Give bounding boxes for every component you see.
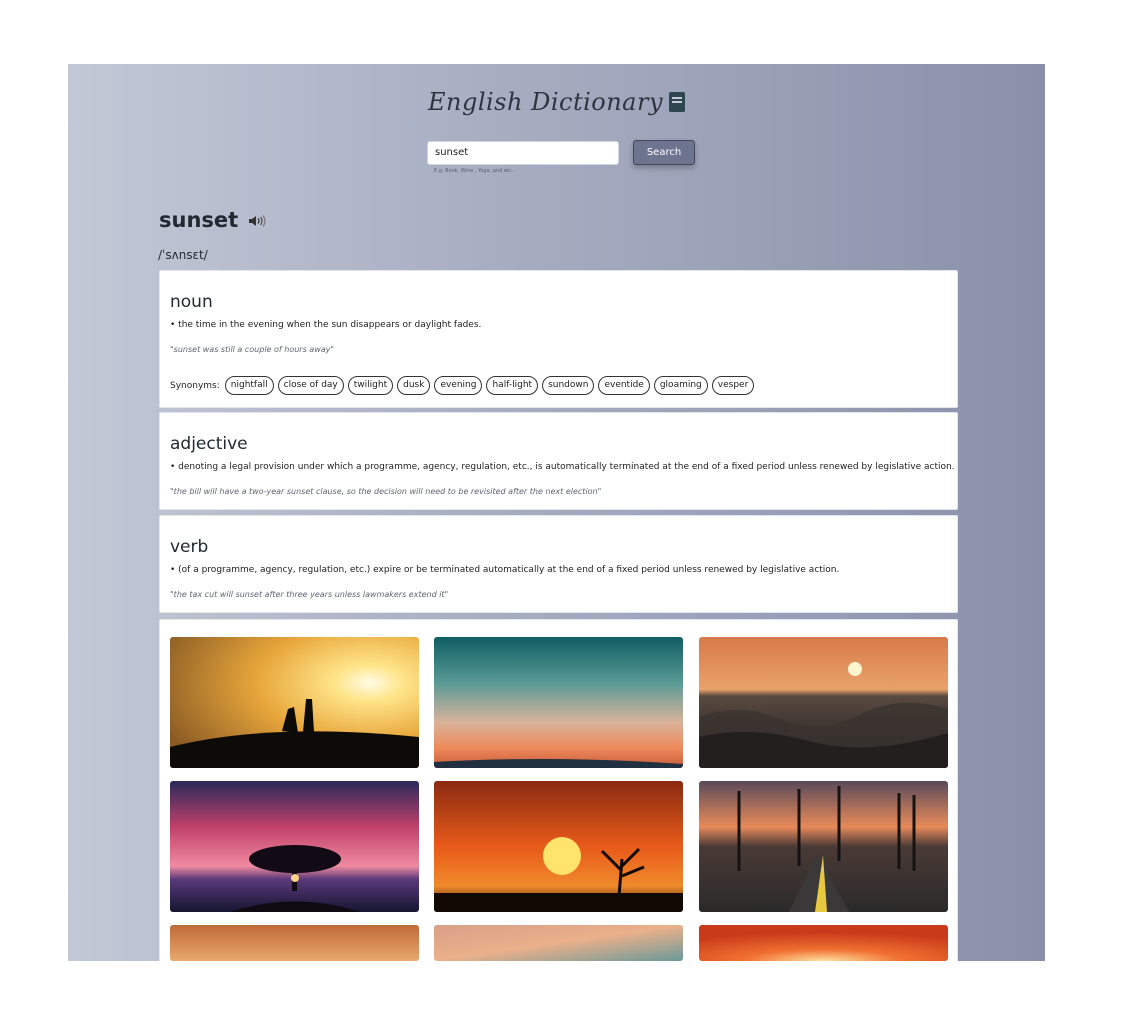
gallery-photo[interactable] (434, 781, 683, 912)
synonym-chip[interactable]: vesper (711, 376, 755, 395)
part-of-speech: adjective (170, 434, 248, 454)
synonyms-label: Synonyms: (170, 380, 220, 391)
example: "the bill will have a two-year sunset cl… (170, 487, 602, 496)
gallery-photo[interactable] (699, 925, 948, 961)
synonym-chip[interactable]: half-light (486, 376, 539, 395)
app-title: English Dictionary (427, 88, 686, 116)
book-icon (669, 92, 686, 112)
header: English Dictionary (68, 64, 1045, 116)
gallery-photo[interactable] (170, 925, 419, 961)
dictionary-app: English Dictionary Search E.g. Book, Win… (68, 64, 1045, 961)
search-input[interactable] (427, 140, 619, 165)
definition: • (of a programme, agency, regulation, e… (170, 565, 840, 575)
example: "the tax cut will sunset after three yea… (170, 590, 449, 599)
part-of-speech: noun (170, 292, 213, 312)
synonym-chip[interactable]: close of day (277, 376, 344, 395)
part-of-speech: verb (170, 537, 209, 557)
synonym-chip[interactable]: nightfall (224, 376, 274, 395)
gallery-photo[interactable] (699, 781, 948, 912)
synonym-chip[interactable]: twilight (347, 376, 394, 395)
search-bar: Search (427, 140, 695, 165)
app-title-text: English Dictionary (427, 88, 664, 116)
gallery-photo[interactable] (699, 637, 948, 768)
synonym-chip[interactable]: gloaming (653, 376, 708, 395)
synonym-chip[interactable]: dusk (397, 376, 431, 395)
gallery-photo[interactable] (434, 637, 683, 768)
synonym-chip[interactable]: eventide (598, 376, 650, 395)
example: "sunset was still a couple of hours away… (170, 345, 335, 354)
definition: • the time in the evening when the sun d… (170, 320, 482, 330)
definition: • denoting a legal provision under which… (170, 462, 955, 472)
synonym-chip[interactable]: sundown (542, 376, 595, 395)
gallery-photo[interactable] (434, 925, 683, 961)
meaning-card-adjective: adjective • denoting a legal provision u… (159, 412, 958, 510)
gallery-photo[interactable] (170, 637, 419, 768)
word-heading: sunset (159, 208, 266, 232)
gallery-photo[interactable] (170, 781, 419, 912)
synonyms-list: Synonyms: nightfall close of day twiligh… (170, 376, 758, 395)
meaning-card-noun: noun • the time in the evening when the … (159, 270, 958, 408)
search-hint: E.g. Book, Wine , Yoga ,and etc. (434, 168, 514, 174)
meaning-card-verb: verb • (of a programme, agency, regulati… (159, 515, 958, 613)
image-gallery (159, 619, 958, 961)
speaker-icon[interactable] (248, 213, 266, 227)
synonym-chip[interactable]: evening (434, 376, 483, 395)
search-button[interactable]: Search (633, 140, 695, 165)
word-title: sunset (159, 208, 239, 232)
phonetic: /ˈsʌnsɛt/ (158, 248, 208, 262)
